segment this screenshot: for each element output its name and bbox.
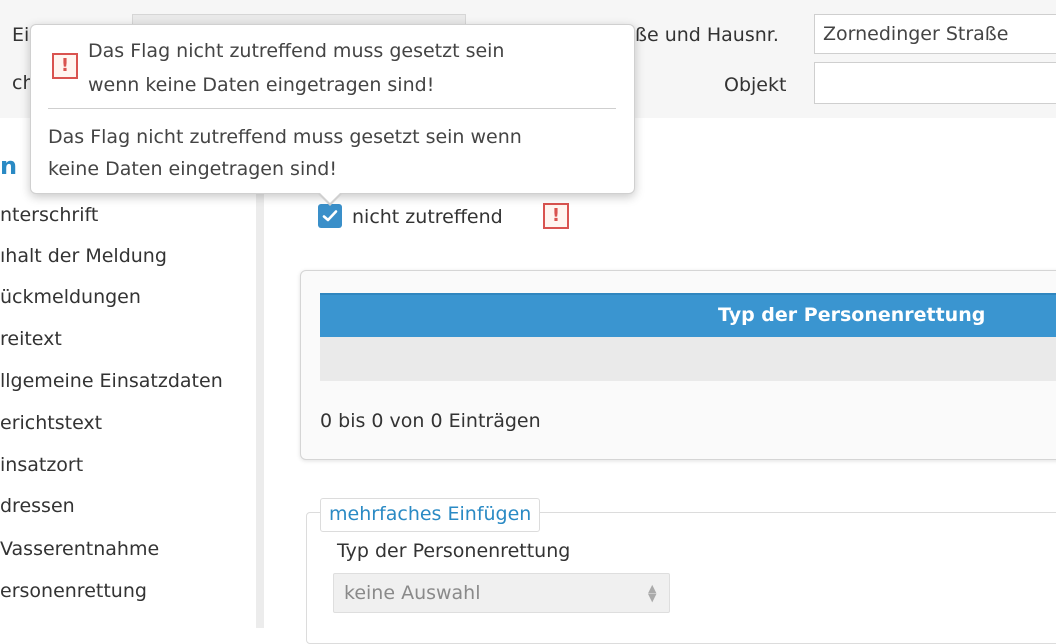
sidebar-item-berichtstext[interactable]: erichtstext xyxy=(0,412,102,434)
tooltip-body-line-1: Das Flag nicht zutreffend muss gesetzt s… xyxy=(48,126,522,148)
tooltip-title-line-2: wenn keine Daten eingetragen sind! xyxy=(88,74,435,96)
column-header-typ[interactable]: Typ der Personenrettung xyxy=(718,304,985,326)
sidebar-item-einsatzdaten[interactable]: llgemeine Einsatzdaten xyxy=(0,370,223,392)
table-empty-row xyxy=(320,337,1056,381)
sidebar: n nterschrift ıhalt der Meldung ückmeldu… xyxy=(0,118,264,628)
sidebar-item-personenrettung[interactable]: ersonenrettung xyxy=(0,580,147,602)
multi-insert-legend: mehrfaches Einfügen xyxy=(320,498,541,532)
not-applicable-checkbox[interactable] xyxy=(318,204,342,228)
not-applicable-label[interactable]: nicht zutreffend xyxy=(352,206,503,228)
sidebar-item-adressen[interactable]: dressen xyxy=(0,495,75,517)
sidebar-item-wasserentnahme[interactable]: Vasserentnahme xyxy=(0,538,159,560)
sidebar-item-inhalt[interactable]: ıhalt der Meldung xyxy=(0,245,167,267)
tooltip-body-line-2: keine Daten eingetragen sind! xyxy=(48,158,337,180)
tooltip-caret xyxy=(319,192,341,203)
sidebar-item-unterschrift[interactable]: nterschrift xyxy=(0,204,98,226)
object-label: Objekt xyxy=(724,74,787,96)
sidebar-heading: n xyxy=(0,152,18,180)
tooltip-title-line-1: Das Flag nicht zutreffend muss gesetzt s… xyxy=(88,40,505,62)
street-input[interactable]: Zornedinger Straße xyxy=(814,14,1056,54)
sidebar-item-rueckmeldungen[interactable]: ückmeldungen xyxy=(0,286,141,308)
street-label: ße und Hausnr. xyxy=(635,24,779,46)
checkmark-icon xyxy=(322,210,338,222)
person-rescue-type-select[interactable]: keine Auswahl xyxy=(333,573,670,613)
field-label-truncated-1: Ei xyxy=(12,24,30,46)
object-input[interactable] xyxy=(814,62,1056,104)
tooltip-divider xyxy=(48,108,616,109)
table-entries-info: 0 bis 0 von 0 Einträgen xyxy=(320,410,541,432)
warning-icon[interactable]: ! xyxy=(543,203,569,229)
tooltip-warning-icon: ! xyxy=(52,53,78,79)
select-updown-icon: ▲ ▼ xyxy=(648,582,657,604)
sidebar-item-einsatzort[interactable]: insatzort xyxy=(0,454,83,476)
person-rescue-type-label: Typ der Personenrettung xyxy=(337,540,571,562)
sidebar-item-freitext[interactable]: reitext xyxy=(0,328,62,350)
